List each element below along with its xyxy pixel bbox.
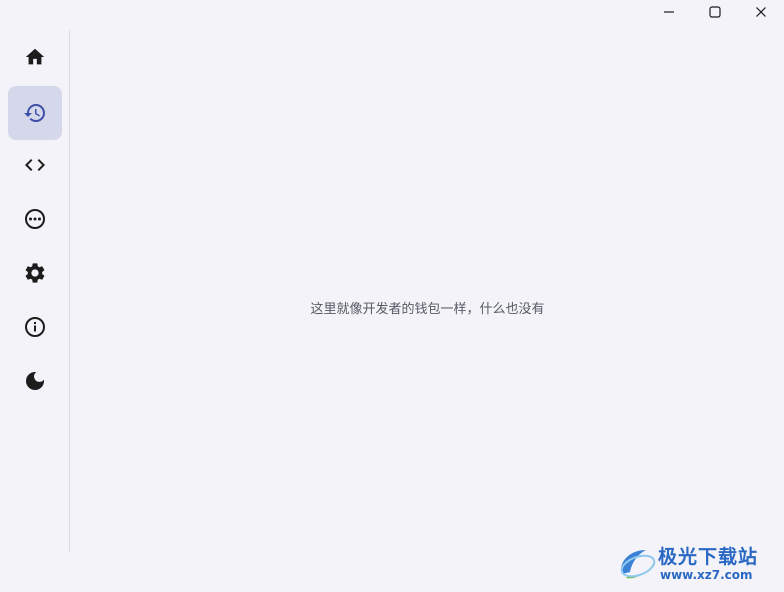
watermark: 极光下载站 www.xz7.com: [616, 542, 776, 586]
sidebar-item-info[interactable]: [8, 300, 62, 354]
sidebar-item-code[interactable]: [8, 138, 62, 192]
info-icon: [25, 317, 45, 337]
watermark-url: www.xz7.com: [660, 568, 753, 582]
sidebar-item-history[interactable]: [8, 86, 62, 140]
sidebar-item-home[interactable]: [8, 30, 62, 84]
sidebar-item-settings[interactable]: [8, 246, 62, 300]
watermark-title: 极光下载站: [658, 546, 759, 568]
dark-mode-icon: [26, 372, 44, 390]
app-window: 这里就像开发者的钱包一样，什么也没有 极光下载站 www.xz7.com: [0, 0, 784, 592]
more-icon: [25, 209, 45, 229]
home-icon: [25, 48, 45, 65]
sidebar-item-dark-mode[interactable]: [8, 354, 62, 408]
main-content: 这里就像开发者的钱包一样，什么也没有: [71, 0, 784, 592]
sidebar-item-more[interactable]: [8, 192, 62, 246]
settings-icon: [25, 263, 45, 283]
sidebar: [0, 30, 70, 552]
watermark-logo-icon: [620, 550, 656, 579]
code-icon: [25, 159, 45, 171]
history-icon: [24, 104, 45, 123]
empty-state-message: 这里就像开发者的钱包一样，什么也没有: [310, 302, 545, 317]
